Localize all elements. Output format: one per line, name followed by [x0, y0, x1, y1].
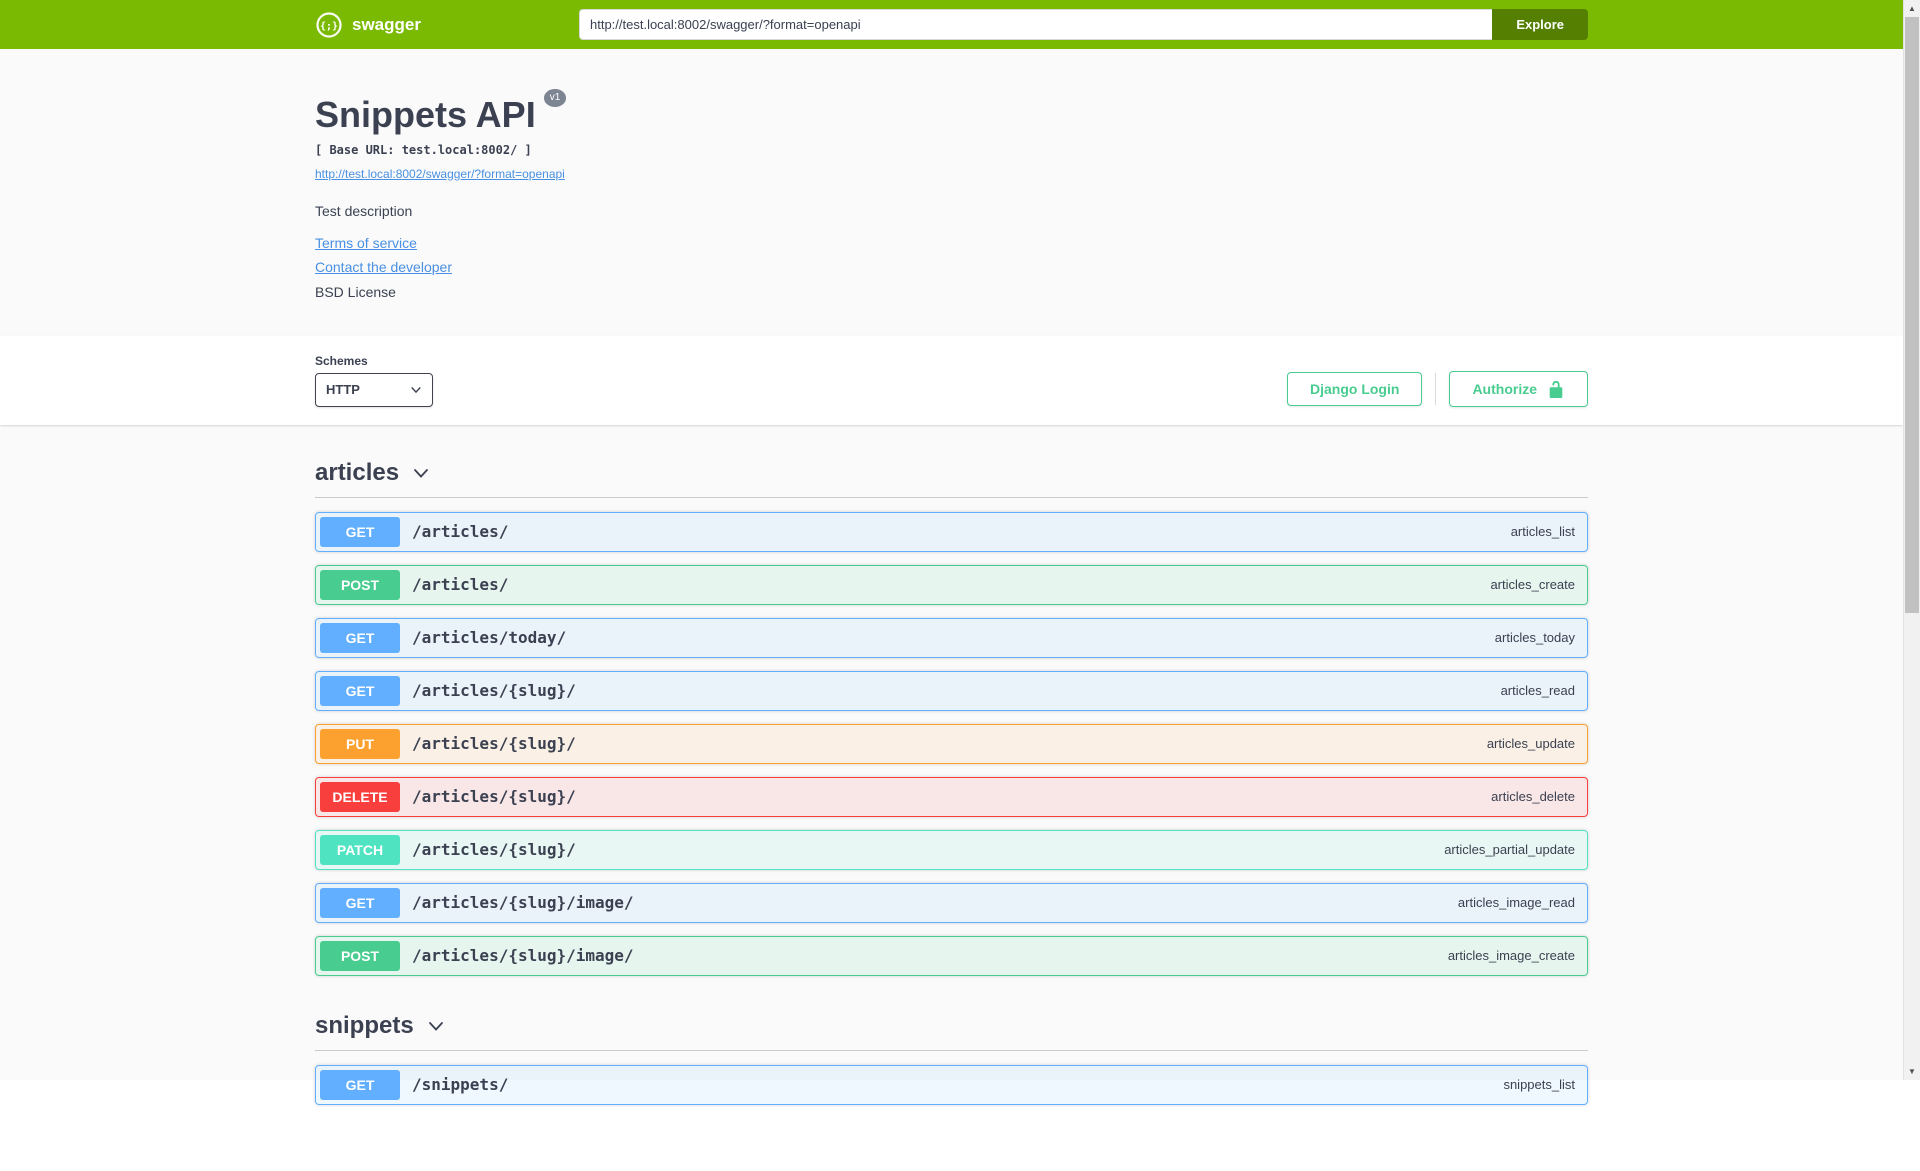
method-badge: DELETE — [320, 781, 400, 812]
method-badge: GET — [320, 887, 400, 918]
chevron-down-icon — [414, 468, 428, 478]
download-url-wrapper: Explore — [578, 9, 1588, 40]
authorize-button[interactable]: Authorize — [1449, 370, 1588, 407]
schemes-block: Schemes HTTP — [315, 354, 433, 407]
opblock-articles_create[interactable]: POST/articles/articles_create — [315, 564, 1588, 605]
section-header-snippets[interactable]: snippets — [315, 1002, 1588, 1051]
opblock-articles_today[interactable]: GET/articles/today/articles_today — [315, 617, 1588, 658]
scrollbar-track[interactable] — [1904, 17, 1920, 1063]
swagger-logo-icon: {;} — [316, 11, 342, 38]
method-badge: POST — [320, 940, 400, 971]
operation-path: /articles/{slug}/image/ — [412, 946, 634, 966]
opblock-articles_list[interactable]: GET/articles/articles_list — [315, 511, 1588, 552]
operation-path: /articles/today/ — [412, 628, 567, 648]
opblock-articles_partial_update[interactable]: PATCH/articles/{slug}/ articles_partial_u… — [315, 829, 1588, 870]
opblock-articles_image_read[interactable]: GET/articles/{slug}/image/articles_image… — [315, 882, 1588, 923]
operation-path: /articles/{slug}/ — [412, 787, 576, 807]
license-text: BSD License — [315, 283, 396, 300]
operation-id: articles_update — [1486, 736, 1575, 752]
method-badge: POST — [320, 569, 400, 600]
operation-id: articles_delete — [1491, 789, 1575, 805]
svg-text:{;}: {;} — [320, 21, 338, 32]
auth-wrapper: Django Login Authorize — [1287, 370, 1588, 407]
operation-id: articles_create — [1490, 577, 1575, 593]
scrollbar-thumb[interactable] — [1905, 17, 1919, 614]
method-badge: PATCH — [320, 834, 400, 865]
sections-container: articles GET/articles/articles_list POST/a… — [315, 449, 1588, 1105]
topbar: {;} swagger Explore — [0, 0, 1903, 49]
operation-path: /articles/{slug}/image/ — [412, 893, 634, 913]
section-title: snippets — [315, 1011, 414, 1039]
api-title-text: Snippets API — [315, 94, 536, 135]
tag-section-snippets: snippets GET/snippets/snippets_list — [315, 1002, 1588, 1105]
operation-path: /articles/{slug}/ — [412, 681, 576, 701]
spec-link[interactable]: http://test.local:8002/swagger/?format=o… — [315, 167, 565, 181]
auth-divider — [1435, 372, 1437, 405]
opblock-articles_delete[interactable]: DELETE/articles/{slug}/ articles_delete — [315, 776, 1588, 817]
chevron-down-icon — [411, 386, 421, 393]
contact-developer-link[interactable]: Contact the developer — [315, 259, 452, 275]
operation-path: /articles/ — [412, 575, 509, 595]
operation-id: articles_list — [1510, 524, 1575, 540]
operation-path: /articles/ — [412, 522, 509, 542]
scroll-down-arrow[interactable]: ▼ — [1904, 1063, 1920, 1080]
method-badge: GET — [320, 675, 400, 706]
schemes-label: Schemes — [315, 353, 368, 368]
operation-path: /articles/{slug}/ — [412, 840, 576, 860]
opblock-articles_update[interactable]: PUT/articles/{slug}/ articles_update — [315, 723, 1588, 764]
opblock-snippets_list[interactable]: GET/snippets/snippets_list — [315, 1064, 1588, 1105]
api-description: Test description — [315, 202, 413, 219]
method-badge: PUT — [320, 728, 400, 759]
explore-button[interactable]: Explore — [1492, 9, 1588, 40]
operation-id: articles_read — [1500, 683, 1575, 699]
spec-url-input[interactable] — [578, 9, 1493, 40]
authorize-label: Authorize — [1472, 380, 1537, 397]
method-badge: GET — [320, 622, 400, 653]
unlock-icon — [1549, 380, 1563, 398]
opblock-articles_read[interactable]: GET/articles/{slug}/ articles_read — [315, 670, 1588, 711]
information-container: Snippets API v1 [ Base URL: test.local:8… — [0, 49, 1903, 336]
method-badge: GET — [320, 516, 400, 547]
tag-section-articles: articles GET/articles/articles_list POST/a… — [315, 449, 1588, 976]
operation-id: articles_today — [1494, 630, 1575, 646]
chevron-down-icon — [428, 1021, 443, 1031]
schemes-select[interactable]: HTTP — [315, 372, 433, 407]
apis: articles GET/articles/articles_list POST/a… — [0, 425, 1903, 1171]
operation-id: articles_image_create — [1447, 948, 1575, 964]
scheme-selected-value: HTTP — [326, 382, 360, 398]
operation-path: /articles/{slug}/ — [412, 734, 576, 754]
method-badge: GET — [320, 1069, 400, 1100]
base-url: [ Base URL: test.local:8002/ ] — [315, 142, 532, 157]
opblock-articles_image_create[interactable]: POST/articles/{slug}/image/articles_imag… — [315, 935, 1588, 976]
operation-id: snippets_list — [1503, 1077, 1575, 1093]
swagger-page: {;} swagger Explore Snippets API v1 [ Ba… — [0, 0, 1903, 1171]
scrollbar[interactable]: ▲ ▼ — [1903, 0, 1920, 1080]
terms-of-service-link[interactable]: Terms of service — [315, 235, 417, 251]
django-login-button[interactable]: Django Login — [1287, 371, 1423, 406]
scheme-container: Schemes HTTP Django Login Authorize — [0, 335, 1903, 425]
brand-title: swagger — [352, 14, 421, 34]
scroll-up-arrow[interactable]: ▲ — [1904, 0, 1920, 17]
swagger-brand[interactable]: {;} swagger — [315, 11, 421, 39]
section-title: articles — [315, 458, 400, 486]
operation-id: articles_partial_update — [1444, 842, 1575, 858]
section-header-articles[interactable]: articles — [315, 449, 1588, 498]
version-badge: v1 — [543, 89, 567, 107]
operation-path: /snippets/ — [412, 1075, 509, 1095]
api-title: Snippets API v1 — [315, 89, 1588, 135]
operation-id: articles_image_read — [1457, 895, 1575, 911]
